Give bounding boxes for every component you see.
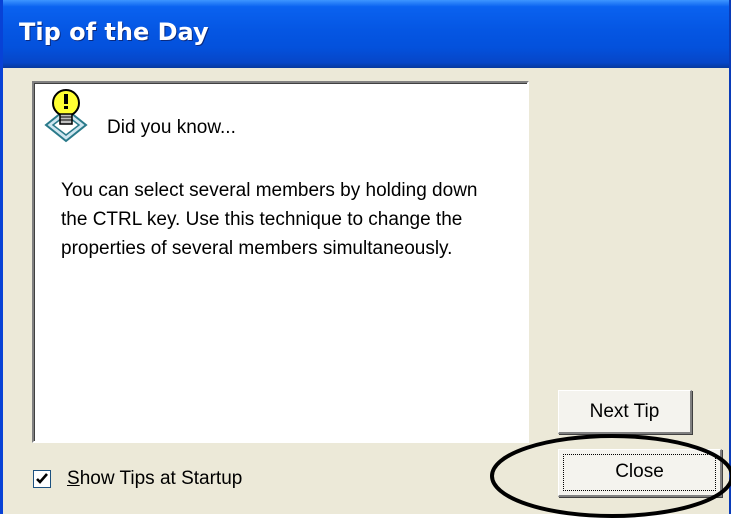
- tip-of-the-day-dialog: Tip of the Day Did you know... You can s…: [0, 0, 731, 518]
- tip-panel: Did you know... You can select several m…: [32, 81, 529, 443]
- checkmark-icon: [36, 473, 48, 484]
- show-tips-label: Show Tips at Startup: [67, 468, 242, 490]
- title-bar[interactable]: Tip of the Day: [3, 0, 729, 68]
- show-tips-label-accelerator: S: [67, 468, 80, 489]
- lightbulb-icon: [44, 89, 88, 143]
- tip-text: You can select several members by holdin…: [61, 180, 478, 259]
- show-tips-checkbox[interactable]: [33, 470, 51, 488]
- next-tip-button[interactable]: Next Tip: [558, 390, 692, 434]
- show-tips-label-rest: how Tips at Startup: [79, 468, 243, 489]
- close-button[interactable]: Close: [558, 449, 722, 497]
- show-tips-option[interactable]: Show Tips at Startup: [33, 467, 242, 491]
- window-title: Tip of the Day: [19, 18, 209, 46]
- close-button-label: Close: [615, 461, 664, 482]
- tip-heading: Did you know...: [107, 117, 236, 138]
